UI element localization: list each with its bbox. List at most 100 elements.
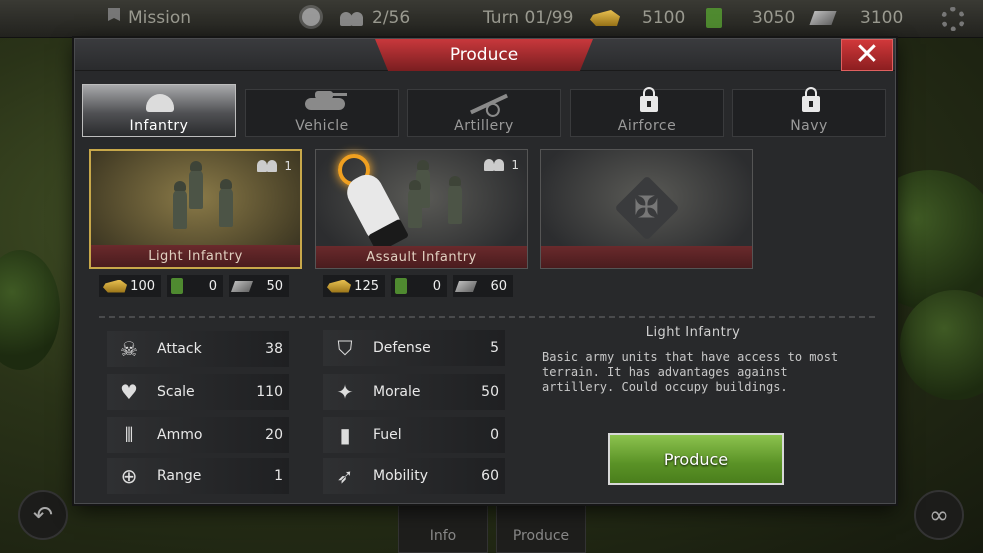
cost-steel: 50 xyxy=(229,275,289,297)
gold-icon xyxy=(327,279,351,293)
stat-ammo: ⦀ Ammo 20 xyxy=(107,417,289,453)
link-icon: ∞ xyxy=(929,501,949,529)
stat-value: 0 xyxy=(490,427,499,443)
gear-icon[interactable] xyxy=(941,7,965,31)
stat-fuel: ▮ Fuel 0 xyxy=(323,417,505,453)
unit-count-value: 1 xyxy=(511,158,519,172)
cost-gold-value: 100 xyxy=(130,278,155,294)
tab-infantry-label: Infantry xyxy=(129,118,189,134)
tab-vehicle[interactable]: Vehicle xyxy=(245,89,399,137)
close-icon: ✕ xyxy=(854,37,880,72)
mission-label: Mission xyxy=(128,8,192,28)
tab-produce[interactable]: Produce xyxy=(496,498,586,553)
stat-value: 1 xyxy=(274,468,283,484)
unit-card-assault-infantry[interactable]: 1 Assault Infantry xyxy=(315,149,528,269)
eagle-icon: ✦ xyxy=(336,380,354,404)
stat-label: Ammo xyxy=(157,427,203,443)
end-turn-button[interactable]: ∞ xyxy=(914,490,964,540)
tab-info[interactable]: Info xyxy=(398,498,488,553)
tab-artillery-label: Artillery xyxy=(454,118,514,134)
infantry-illustration xyxy=(161,159,251,239)
unit-description-title: Light Infantry xyxy=(645,325,741,340)
cost-oil: 0 xyxy=(167,275,223,297)
tab-info-label: Info xyxy=(429,528,457,544)
cost-steel-value: 60 xyxy=(490,278,507,294)
steel-value: 3100 xyxy=(860,8,904,28)
cost-steel: 60 xyxy=(453,275,513,297)
undo-arrow-icon: ↶ xyxy=(32,501,54,529)
tab-navy[interactable]: Navy xyxy=(732,87,886,137)
section-divider xyxy=(99,316,875,318)
unit-name xyxy=(541,246,752,268)
stat-mobility: ➶ Mobility 60 xyxy=(323,458,505,494)
unit-card-empty: ✠ xyxy=(540,149,753,269)
stat-scale: ♥ Scale 110 xyxy=(107,374,289,410)
steel-icon xyxy=(454,280,478,292)
cost-steel-value: 50 xyxy=(266,278,283,294)
background-tree xyxy=(0,250,60,370)
gold-value: 5100 xyxy=(642,8,686,28)
gold-counter: 5100 xyxy=(590,8,685,28)
stat-range: ⊕ Range 1 xyxy=(107,458,289,494)
gold-icon xyxy=(103,279,127,293)
stat-value: 5 xyxy=(490,340,499,356)
tab-airforce[interactable]: Airforce xyxy=(570,87,724,137)
turn-counter: Turn 01/99 xyxy=(483,8,573,28)
gold-icon xyxy=(590,10,620,26)
tab-navy-label: Navy xyxy=(790,118,828,134)
cost-assault-infantry: 125 0 60 xyxy=(323,275,513,297)
unit-count: 1 xyxy=(483,158,519,172)
unit-name: Light Infantry xyxy=(91,245,300,267)
oil-value: 3050 xyxy=(752,8,796,28)
oil-icon xyxy=(171,278,183,294)
produce-button-label: Produce xyxy=(663,449,729,469)
unit-card-light-infantry[interactable]: 1 Light Infantry xyxy=(89,149,302,269)
stat-attack: ☠ Attack 38 xyxy=(107,331,289,367)
stat-label: Scale xyxy=(157,384,195,400)
resource-bar: Mission 2/56 Turn 01/99 5100 3050 3100 xyxy=(0,0,983,38)
mission-button[interactable]: Mission xyxy=(108,8,191,28)
stat-defense: ⛉ Defense 5 xyxy=(323,330,505,366)
helmet-icon xyxy=(142,92,176,114)
stat-value: 60 xyxy=(481,468,499,484)
unit-name: Assault Infantry xyxy=(316,246,527,268)
oil-counter: 3050 xyxy=(706,8,795,28)
stat-value: 110 xyxy=(256,384,283,400)
stat-label: Mobility xyxy=(373,468,428,484)
heart-icon: ♥ xyxy=(120,380,138,404)
sun-icon xyxy=(302,8,320,26)
tab-produce-label: Produce xyxy=(512,528,570,544)
people-icon xyxy=(256,160,278,172)
stat-value: 20 xyxy=(265,427,283,443)
close-button[interactable]: ✕ xyxy=(841,39,893,71)
unit-description-text: Basic army units that have access to mos… xyxy=(542,350,839,394)
tank-icon xyxy=(305,91,347,114)
stat-value: 50 xyxy=(481,384,499,400)
flag-icon xyxy=(108,8,120,21)
turn-value: Turn 01/99 xyxy=(483,8,574,28)
cost-gold-value: 125 xyxy=(354,278,379,294)
people-icon xyxy=(483,159,505,171)
skull-icon: ☠ xyxy=(120,337,138,361)
stat-label: Fuel xyxy=(373,427,402,443)
dialog-title: Produce xyxy=(375,39,593,71)
stat-label: Defense xyxy=(373,340,431,356)
produce-button[interactable]: Produce xyxy=(608,433,784,485)
weather-indicator xyxy=(302,8,320,26)
unit-count: 1 xyxy=(256,159,292,173)
tab-infantry[interactable]: Infantry xyxy=(82,84,236,137)
stat-label: Morale xyxy=(373,384,421,400)
stat-value: 38 xyxy=(265,341,283,357)
population-value: 2/56 xyxy=(372,8,411,28)
back-button[interactable]: ↶ xyxy=(18,490,68,540)
tab-artillery[interactable]: Artillery xyxy=(407,89,561,137)
cost-oil-value: 0 xyxy=(208,278,217,294)
lock-icon xyxy=(630,87,664,114)
cost-oil: 0 xyxy=(391,275,447,297)
running-man-icon: ➶ xyxy=(336,464,354,488)
steel-counter: 3100 xyxy=(809,8,904,28)
cost-oil-value: 0 xyxy=(432,278,441,294)
people-icon xyxy=(338,10,364,26)
population-counter: 2/56 xyxy=(338,8,410,28)
cost-light-infantry: 100 0 50 xyxy=(99,275,289,297)
